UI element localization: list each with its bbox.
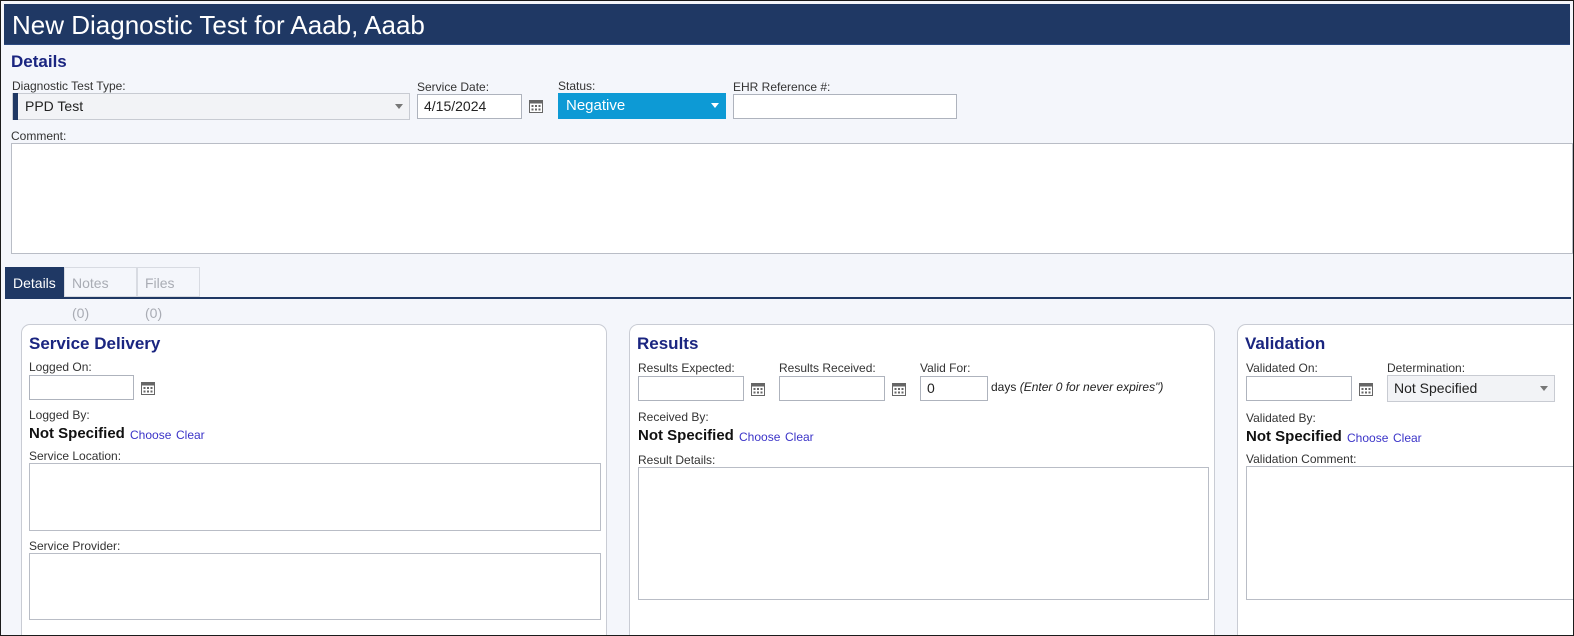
status-select[interactable]: Negative (558, 93, 726, 119)
calendar-icon[interactable] (891, 381, 907, 397)
logged-by-label: Logged By: (29, 408, 90, 422)
logged-on-input[interactable] (29, 375, 134, 400)
results-card: Results Results Expected: Results Receiv… (629, 324, 1215, 635)
results-received-label: Results Received: (779, 361, 876, 375)
validation-comment-textarea[interactable] (1246, 466, 1573, 600)
validated-by-clear-link[interactable]: Clear (1393, 431, 1422, 445)
determination-value: Not Specified (1394, 380, 1478, 396)
validated-by-choose-link[interactable]: Choose (1347, 431, 1388, 445)
service-delivery-heading: Service Delivery (29, 334, 161, 353)
comment-label: Comment: (11, 129, 67, 143)
logged-by-value: Not Specified (29, 425, 125, 442)
ehr-reference-input[interactable] (733, 94, 957, 119)
valid-for-label: Valid For: (920, 361, 971, 375)
received-by-label: Received By: (638, 410, 709, 424)
days-hint-text: (Enter 0 for never expires") (1019, 380, 1164, 394)
comment-textarea[interactable] (11, 143, 1573, 254)
calendar-icon[interactable] (750, 381, 766, 397)
service-provider-label: Service Provider: (29, 539, 121, 553)
determination-select[interactable]: Not Specified (1387, 375, 1555, 402)
ehr-reference-label: EHR Reference #: (733, 80, 831, 94)
validated-by-value: Not Specified (1246, 428, 1342, 445)
test-type-label: Diagnostic Test Type: (12, 79, 126, 93)
service-location-label: Service Location: (29, 449, 122, 463)
chevron-down-icon (395, 104, 403, 109)
results-expected-input[interactable] (638, 376, 744, 401)
required-indicator (13, 93, 18, 120)
received-by-choose-link[interactable]: Choose (739, 430, 780, 444)
validated-by-label: Validated By: (1246, 411, 1316, 425)
logged-by-choose-link[interactable]: Choose (130, 428, 171, 442)
determination-label: Determination: (1387, 361, 1466, 375)
window-title: New Diagnostic Test for Aaab, Aaab (12, 10, 425, 40)
title-bar: New Diagnostic Test for Aaab, Aaab (4, 4, 1570, 45)
service-location-textarea[interactable] (29, 463, 601, 531)
received-by-clear-link[interactable]: Clear (785, 430, 814, 444)
logged-by-clear-link[interactable]: Clear (176, 428, 205, 442)
tab-files[interactable]: Files (0) (137, 267, 200, 321)
validated-on-input[interactable] (1246, 376, 1352, 401)
chevron-down-icon (711, 103, 719, 108)
result-details-label: Result Details: (638, 453, 716, 467)
days-unit: days (991, 380, 1017, 394)
calendar-icon[interactable] (528, 98, 544, 114)
calendar-icon[interactable] (140, 380, 156, 396)
status-value: Negative (566, 97, 626, 114)
tab-divider (5, 297, 1571, 299)
test-type-value: PPD Test (25, 98, 84, 114)
received-by-value: Not Specified (638, 427, 734, 444)
results-heading: Results (637, 334, 699, 353)
validated-on-label: Validated On: (1246, 361, 1318, 375)
service-date-input[interactable]: 4/15/2024 (417, 94, 522, 119)
validation-heading: Validation (1245, 334, 1326, 353)
service-delivery-card: Service Delivery Logged On: Logged By: N… (21, 324, 607, 635)
results-received-input[interactable] (779, 376, 885, 401)
validation-card: Validation Validated On: Determination: … (1237, 324, 1573, 635)
tab-details[interactable]: Details (5, 267, 64, 297)
result-details-textarea[interactable] (638, 467, 1209, 600)
chevron-down-icon (1540, 386, 1548, 391)
calendar-icon[interactable] (1358, 381, 1374, 397)
service-provider-textarea[interactable] (29, 553, 601, 620)
logged-on-label: Logged On: (29, 360, 92, 374)
status-label: Status: (558, 79, 596, 93)
valid-for-hint: days (Enter 0 for never expires") (991, 380, 1163, 394)
service-date-label: Service Date: (417, 80, 490, 94)
validation-comment-label: Validation Comment: (1246, 452, 1357, 466)
test-type-select[interactable]: PPD Test (12, 93, 410, 120)
details-heading: Details (11, 52, 67, 71)
tab-notes[interactable]: Notes (0) (64, 267, 137, 321)
dialog-window: New Diagnostic Test for Aaab, Aaab Detai… (0, 0, 1574, 636)
valid-for-input[interactable]: 0 (920, 376, 988, 401)
results-expected-label: Results Expected: (638, 361, 735, 375)
